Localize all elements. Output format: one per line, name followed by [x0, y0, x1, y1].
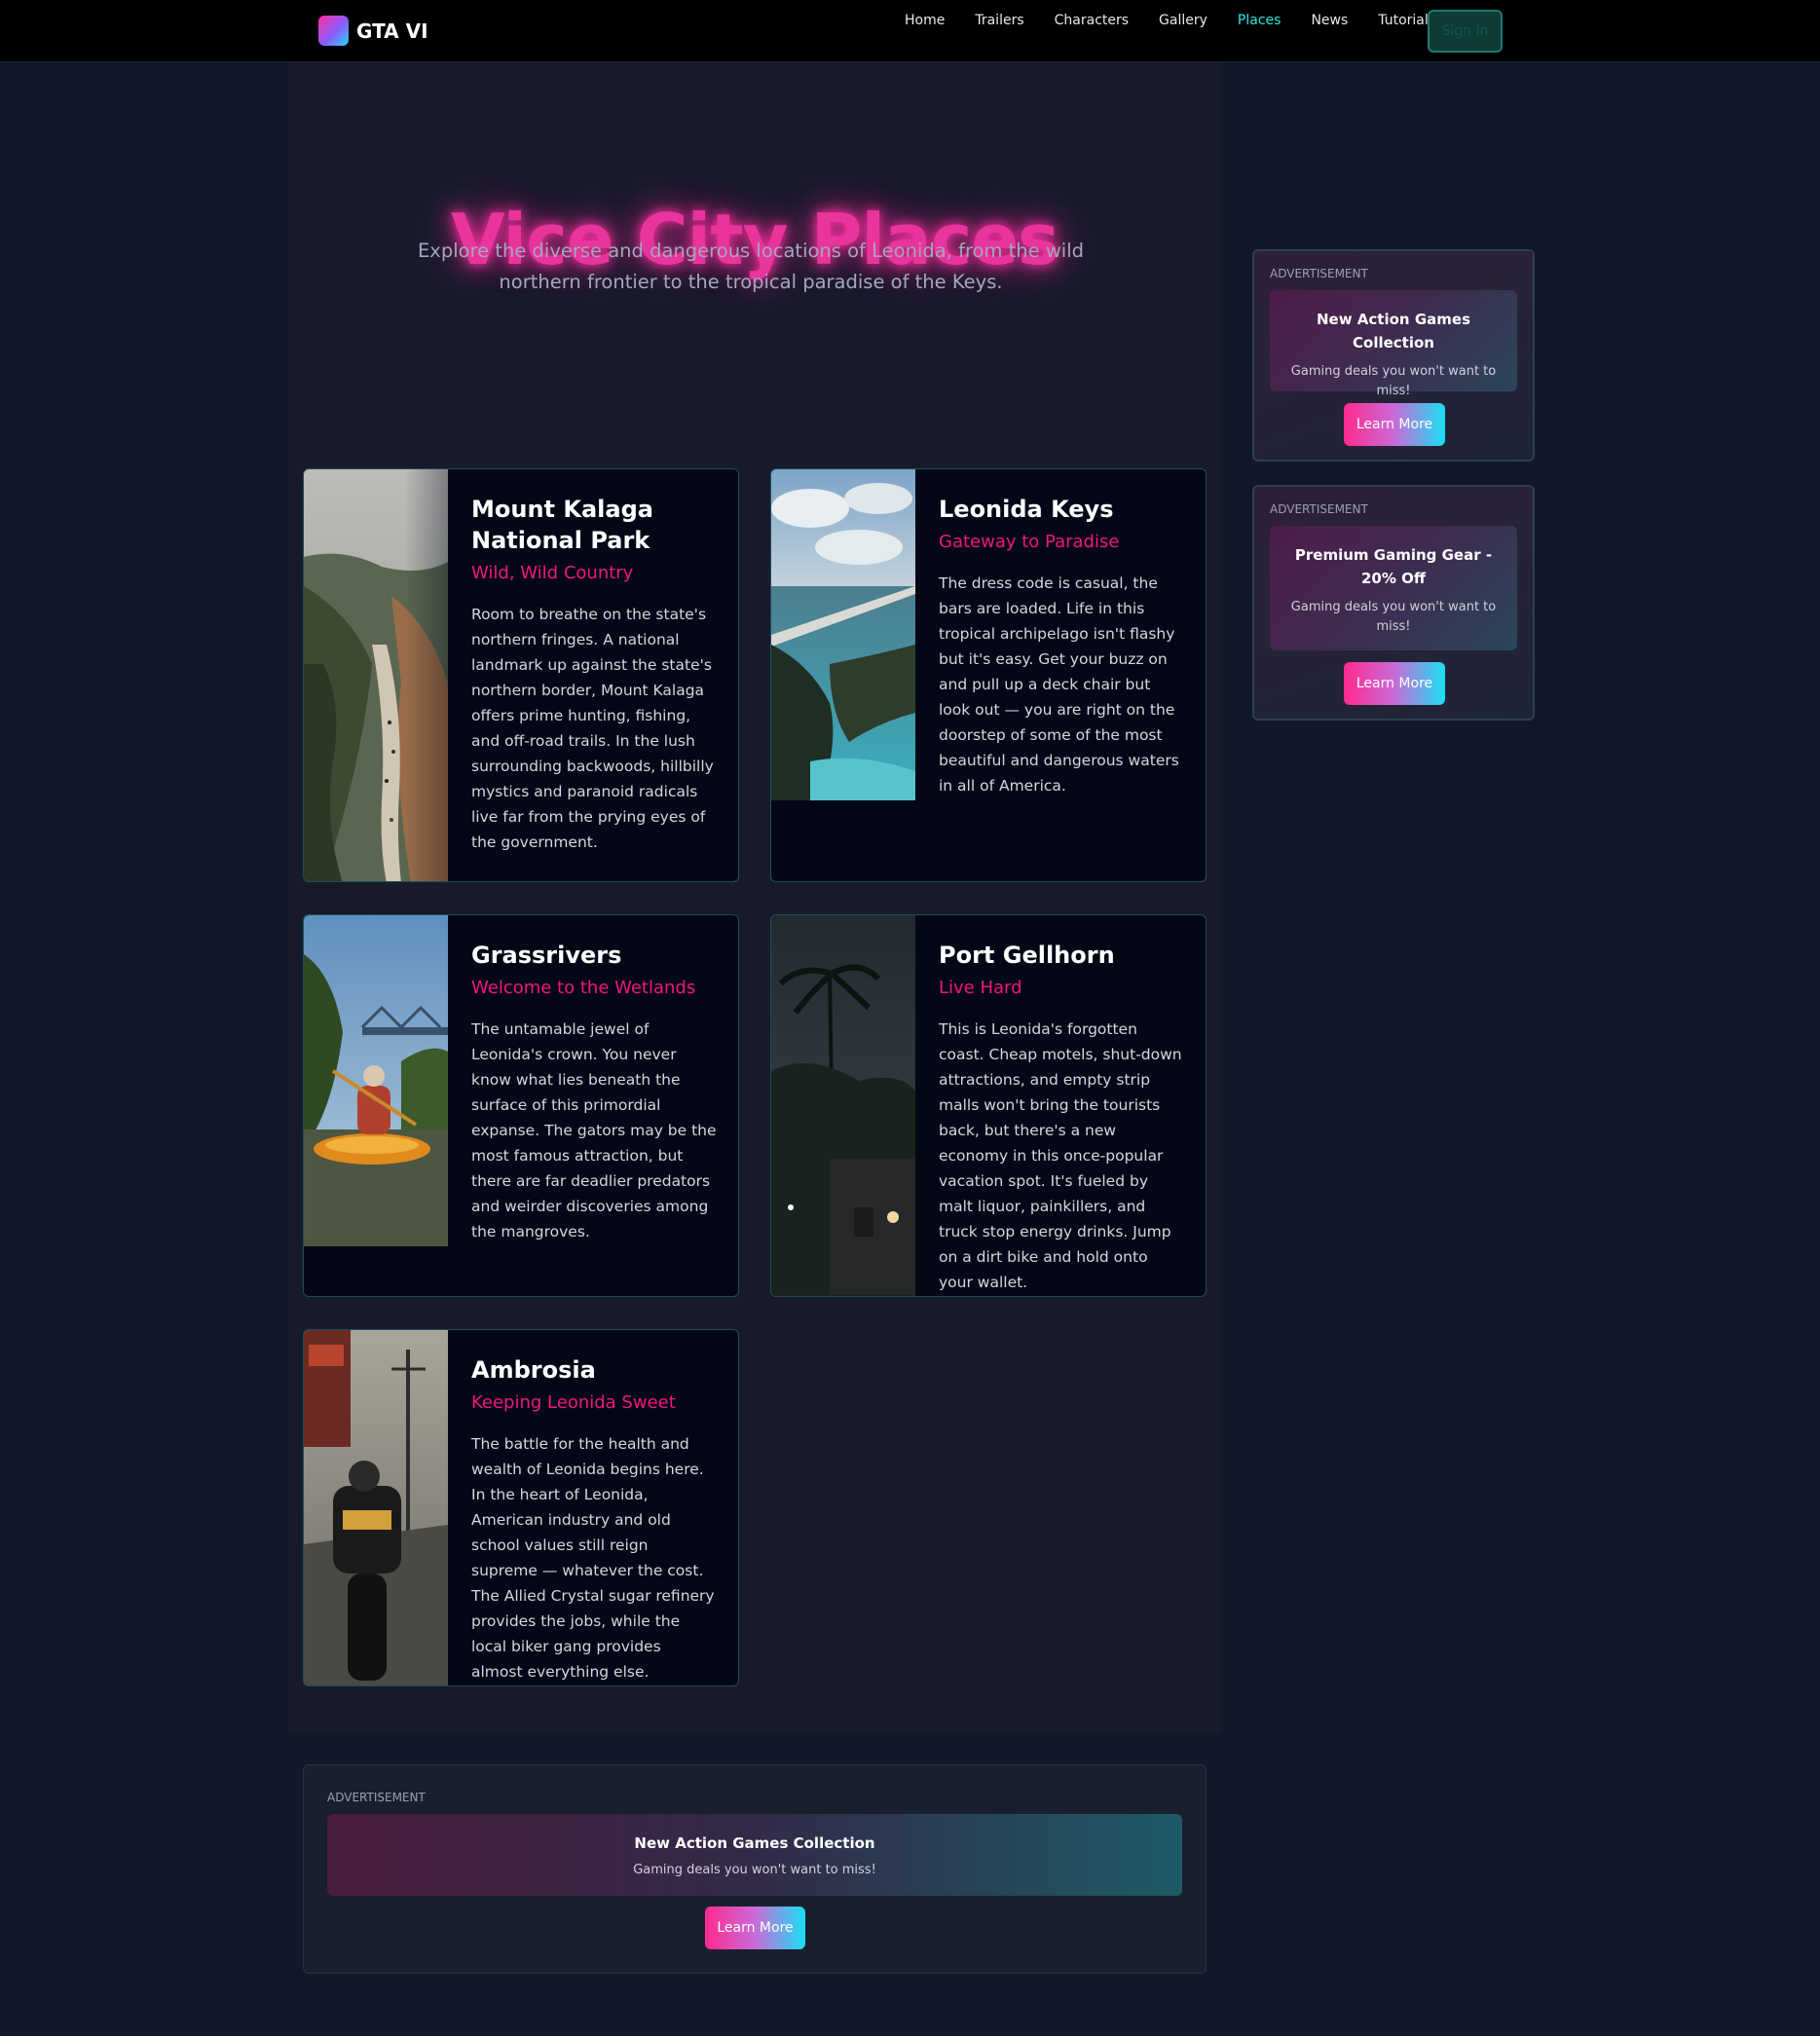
card-body: Grassrivers Welcome to the Wetlands The …: [471, 940, 717, 1244]
ad-text: Gaming deals you won't want to miss!: [1290, 364, 1497, 398]
ad-title: Premium Gaming Gear - 20% Off: [1294, 546, 1493, 587]
ad-content: New Action Games Collection Gaming deals…: [1270, 290, 1517, 398]
ad-content: Premium Gaming Gear - 20% Off Gaming dea…: [1270, 526, 1517, 650]
place-card-grassrivers[interactable]: Grassrivers Welcome to the Wetlands The …: [303, 914, 739, 1297]
place-card-mount-kalaga[interactable]: Mount Kalaga National Park Wild, Wild Co…: [303, 468, 739, 882]
ad-title: New Action Games Collection: [634, 1834, 875, 1852]
sidebar-ad-1: Advertisement New Action Games Collectio…: [1252, 249, 1535, 462]
place-description: Room to breathe on the state's northern …: [471, 606, 714, 851]
leonida-keys-image: [771, 469, 915, 800]
nav-link-gallery[interactable]: Gallery: [1159, 13, 1207, 28]
place-tagline: Live Hard: [939, 978, 1022, 998]
place-description: The untamable jewel of Leonida's crown. …: [471, 1020, 717, 1240]
nav-link-characters[interactable]: Characters: [1055, 13, 1129, 28]
card-body: Mount Kalaga National Park Wild, Wild Co…: [471, 494, 717, 855]
place-card-leonida-keys[interactable]: Leonida Keys Gateway to Paradise The dre…: [770, 468, 1207, 882]
place-tagline: Welcome to the Wetlands: [471, 978, 696, 998]
place-tagline: Keeping Leonida Sweet: [471, 1392, 676, 1413]
nav-link-news[interactable]: News: [1311, 13, 1348, 28]
place-title: Port Gellhorn: [939, 942, 1115, 969]
place-description: The dress code is casual, the bars are l…: [939, 574, 1179, 795]
sign-in-button[interactable]: Sign In: [1428, 10, 1503, 53]
grassrivers-image: [304, 915, 448, 1246]
nav-link-places[interactable]: Places: [1238, 13, 1281, 28]
place-title: Grassrivers: [471, 942, 622, 969]
learn-more-button[interactable]: Learn More: [1344, 403, 1445, 446]
nav-link-trailers[interactable]: Trailers: [975, 13, 1023, 28]
ad-label: Advertisement: [327, 1791, 426, 1804]
learn-more-button[interactable]: Learn More: [705, 1906, 805, 1949]
nav-links: Home Trailers Characters Gallery Places …: [905, 13, 1466, 28]
card-body: Port Gellhorn Live Hard This is Leonida'…: [939, 940, 1184, 1295]
place-description: This is Leonida's forgotten coast. Cheap…: [939, 1020, 1182, 1291]
place-card-port-gellhorn[interactable]: Port Gellhorn Live Hard This is Leonida'…: [770, 914, 1207, 1297]
place-tagline: Gateway to Paradise: [939, 532, 1120, 552]
site-logo[interactable]: GTA VI: [318, 16, 428, 46]
bottom-ad: Advertisement New Action Games Collectio…: [303, 1764, 1207, 1974]
page-subtitle: Explore the diverse and dangerous locati…: [417, 240, 1085, 293]
mount-kalaga-image: [304, 469, 448, 881]
nav-link-home[interactable]: Home: [905, 13, 945, 28]
logo-icon: [318, 16, 349, 46]
logo-text: GTA VI: [356, 19, 428, 43]
port-gellhorn-image: [771, 915, 915, 1296]
place-title: Ambrosia: [471, 1356, 596, 1384]
place-description: The battle for the health and wealth of …: [471, 1435, 715, 1681]
ad-label: Advertisement: [1270, 267, 1368, 280]
card-body: Leonida Keys Gateway to Paradise The dre…: [939, 494, 1184, 798]
place-tagline: Wild, Wild Country: [471, 563, 634, 583]
place-title: Leonida Keys: [939, 496, 1114, 523]
navbar: GTA VI Home Trailers Characters Gallery …: [0, 0, 1820, 62]
ad-text: Gaming deals you won't want to miss!: [633, 1863, 876, 1877]
place-title: Mount Kalaga National Park: [471, 496, 653, 554]
ad-title: New Action Games Collection: [1317, 311, 1470, 352]
ad-label: Advertisement: [1270, 502, 1368, 516]
card-body: Ambrosia Keeping Leonida Sweet The battl…: [471, 1354, 717, 1684]
learn-more-button[interactable]: Learn More: [1344, 662, 1445, 705]
place-card-ambrosia[interactable]: Ambrosia Keeping Leonida Sweet The battl…: [303, 1329, 739, 1686]
ad-content: New Action Games Collection Gaming deals…: [327, 1814, 1182, 1896]
sidebar-ad-2: Advertisement Premium Gaming Gear - 20% …: [1252, 485, 1535, 721]
ambrosia-image: [304, 1330, 448, 1685]
ad-text: Gaming deals you won't want to miss!: [1290, 600, 1497, 634]
